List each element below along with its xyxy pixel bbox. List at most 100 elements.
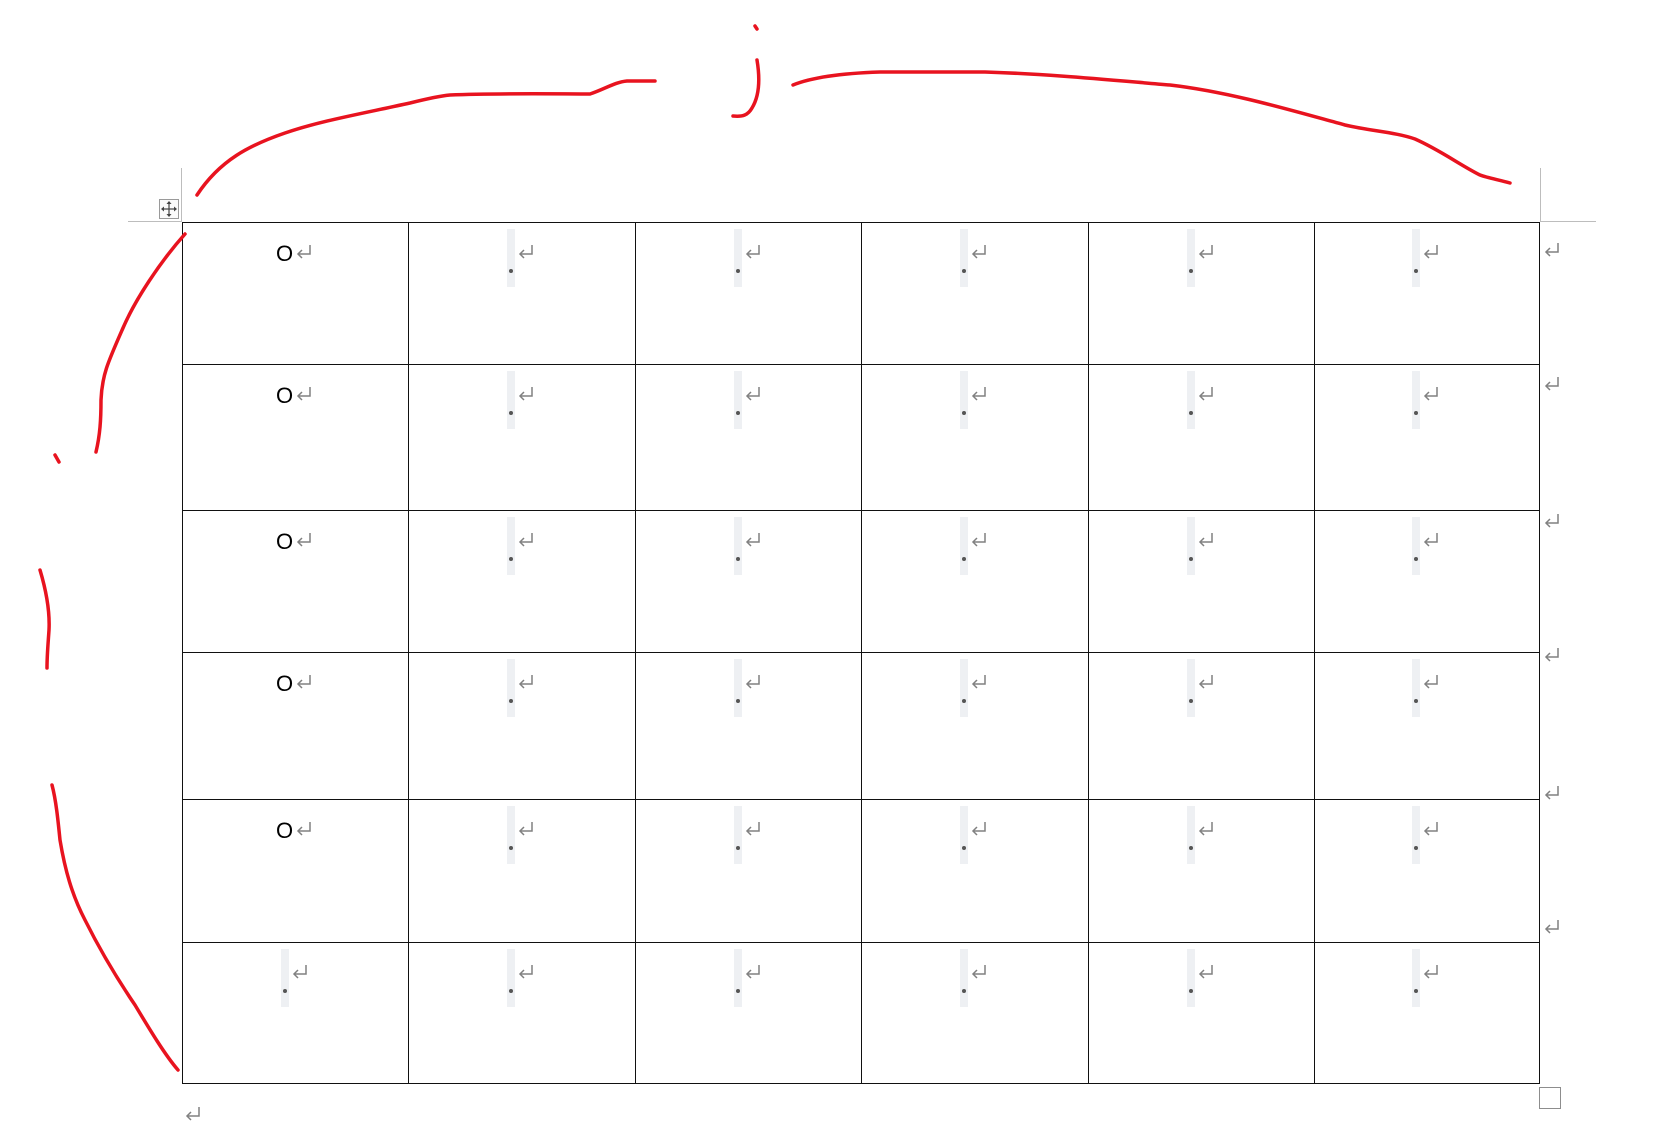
cell-end-mark <box>1195 671 1217 693</box>
table-cell[interactable] <box>1314 221 1540 366</box>
space-dot-icon <box>735 557 740 562</box>
table-cell[interactable] <box>861 941 1089 1085</box>
table-cell[interactable] <box>408 652 636 801</box>
space-dot-icon <box>509 411 513 416</box>
table-row <box>182 941 1540 1085</box>
table-cell[interactable] <box>1088 510 1315 654</box>
cell-end-mark <box>293 818 315 840</box>
empty-cell-marker <box>733 948 742 1007</box>
space-dot-icon <box>962 846 966 851</box>
table-cell[interactable] <box>182 941 409 1085</box>
return-arrow-icon <box>971 822 986 836</box>
space-dot-icon <box>1414 846 1418 851</box>
cell-end-mark <box>1195 818 1217 840</box>
document-table: O O O O O <box>182 221 1540 1085</box>
cell-end-mark <box>742 961 764 983</box>
table-cell[interactable]: O <box>182 799 409 943</box>
table-move-handle[interactable] <box>159 199 179 219</box>
cell-end-mark <box>293 529 315 551</box>
table-cell[interactable] <box>408 941 636 1085</box>
table-cell[interactable] <box>1314 364 1540 512</box>
cell-paragraph: O <box>276 818 315 844</box>
space-dot-icon <box>509 557 513 562</box>
margin-mark-top-left-vertical <box>181 168 182 222</box>
ink-stroke-left-middle <box>38 568 51 670</box>
table-cell[interactable] <box>1314 652 1540 801</box>
return-arrow-icon <box>1423 964 1438 979</box>
space-dot-icon <box>1188 411 1193 416</box>
cell-paragraph <box>1186 948 1217 1007</box>
return-arrow-icon <box>1423 245 1438 259</box>
return-arrow-icon <box>745 387 760 401</box>
table-cell[interactable]: O <box>182 221 409 366</box>
cell-end-mark <box>1195 241 1217 263</box>
cell-paragraph <box>733 229 764 287</box>
return-arrow-icon <box>185 1107 200 1121</box>
document-canvas: O O O O O <box>0 0 1660 1121</box>
table-cell[interactable] <box>861 221 1089 366</box>
table-cell[interactable] <box>1088 364 1315 512</box>
table-cell[interactable] <box>861 510 1089 654</box>
cell-end-mark <box>1195 961 1217 983</box>
space-dot-icon <box>962 411 966 416</box>
table-cell[interactable] <box>1088 652 1315 801</box>
cell-paragraph <box>1186 517 1217 576</box>
return-arrow-icon <box>971 964 986 979</box>
table-cell[interactable] <box>1314 941 1540 1085</box>
empty-cell-marker <box>1412 517 1420 576</box>
table-cell[interactable] <box>635 941 862 1085</box>
table-cell[interactable] <box>635 799 862 943</box>
ink-stroke-top-arc-left <box>195 79 657 197</box>
return-arrow-icon <box>1544 786 1559 800</box>
document-end-paragraph-mark <box>182 1103 204 1125</box>
empty-cell-marker <box>1412 229 1420 287</box>
return-arrow-icon <box>297 387 311 401</box>
cell-end-mark <box>293 671 315 693</box>
table-resize-handle[interactable] <box>1539 1087 1561 1109</box>
return-arrow-icon <box>292 964 307 979</box>
cell-end-mark <box>1195 383 1217 405</box>
cell-end-mark <box>742 529 764 551</box>
ink-stroke-left-lower-arc <box>50 783 180 1072</box>
cell-paragraph <box>960 659 990 718</box>
cell-paragraph <box>960 948 990 1007</box>
empty-cell-marker <box>1186 806 1195 865</box>
table-cell[interactable] <box>408 364 636 512</box>
empty-cell-marker <box>960 229 968 287</box>
cell-paragraph <box>960 517 990 576</box>
table-cell[interactable] <box>861 364 1089 512</box>
table-cell[interactable] <box>1088 221 1315 366</box>
return-arrow-icon <box>745 964 760 979</box>
table-cell[interactable] <box>1314 510 1540 654</box>
table-cell[interactable] <box>408 221 636 366</box>
table-cell[interactable]: O <box>182 510 409 654</box>
cell-paragraph <box>1412 806 1442 865</box>
table-cell[interactable] <box>635 510 862 654</box>
cell-end-mark <box>293 383 315 405</box>
table-cell[interactable] <box>635 364 862 512</box>
table-cell[interactable] <box>1314 799 1540 943</box>
return-arrow-icon <box>971 245 986 259</box>
return-arrow-icon <box>971 533 986 547</box>
table-cell[interactable] <box>1088 941 1315 1085</box>
table-cell[interactable] <box>408 799 636 943</box>
table-cell[interactable]: O <box>182 364 409 512</box>
cell-end-mark <box>1420 961 1442 983</box>
table-cell[interactable] <box>635 221 862 366</box>
cell-paragraph <box>507 371 537 430</box>
empty-cell-marker <box>507 229 515 287</box>
return-arrow-icon <box>297 533 311 547</box>
table-cell[interactable] <box>861 652 1089 801</box>
table-cell[interactable] <box>635 652 862 801</box>
cell-paragraph <box>507 229 537 287</box>
cell-end-mark <box>968 383 990 405</box>
return-arrow-icon <box>1544 920 1559 934</box>
table-cell[interactable]: O <box>182 652 409 801</box>
cell-paragraph <box>733 371 764 430</box>
table-cell[interactable] <box>408 510 636 654</box>
table-cell[interactable] <box>1088 799 1315 943</box>
table-cell[interactable] <box>861 799 1089 943</box>
return-arrow-icon <box>1198 675 1213 689</box>
return-arrow-icon <box>518 964 533 979</box>
cell-paragraph <box>733 517 764 576</box>
